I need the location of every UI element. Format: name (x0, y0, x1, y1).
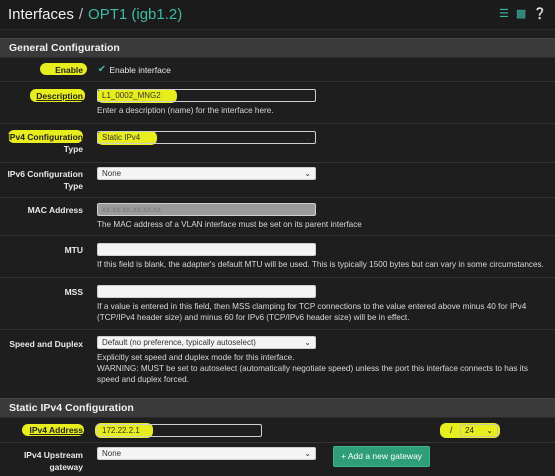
description-label: Description (36, 91, 83, 101)
row-enable: Enable ✔ Enable interface (0, 58, 555, 82)
enable-checkbox[interactable]: ✔ (97, 64, 107, 75)
row-speed-duplex: Speed and Duplex Default (no preference,… (0, 331, 555, 393)
speed-duplex-select[interactable]: Default (no preference, typically autose… (97, 336, 316, 349)
description-field: Enter a description (name) for the inter… (97, 89, 316, 116)
row-mss: MSS If a value is entered in this field,… (0, 279, 555, 330)
ipv4-gateway-field: None ⌄ (97, 447, 316, 460)
mtu-field: If this field is blank, the adapter's de… (97, 243, 552, 270)
ipv4-address-label: IPv4 Address (29, 425, 83, 435)
add-gateway-button[interactable]: + Add a new gateway (333, 446, 431, 467)
description-input[interactable] (97, 89, 316, 102)
breadcrumb-separator: / (78, 6, 84, 23)
row-description: Description Enter a description (name) f… (0, 83, 555, 124)
speed-duplex-field: Default (no preference, typically autose… (97, 336, 552, 385)
chevron-down-icon: ⌄ (304, 449, 311, 458)
row-mtu: MTU If this field is blank, the adapter'… (0, 237, 555, 278)
breadcrumb-current: OPT1 (igb1.2) (88, 6, 183, 23)
ipv4-gateway-select[interactable]: None ⌄ (97, 447, 316, 460)
speed-duplex-help: Explicitly set speed and duplex mode for… (97, 353, 528, 384)
ipv4-config-select[interactable]: Static IPv4 ⌄ (97, 131, 316, 144)
description-help: Enter a description (name) for the inter… (97, 106, 274, 115)
mtu-label: MTU (64, 245, 83, 255)
ipv4-config-field: Static IPv4 ⌄ (97, 131, 316, 145)
mac-help: The MAC address of a VLAN interface must… (97, 220, 362, 229)
mac-input[interactable] (97, 203, 316, 216)
mss-label: MSS (64, 287, 83, 297)
mss-input[interactable] (97, 285, 316, 298)
section-title-static-ipv4: Static IPv4 Configuration (0, 398, 555, 418)
row-ipv4-config: IPv4 Configuration Type Static IPv4 ⌄ (0, 125, 555, 163)
sliders-icon[interactable]: ☰ (499, 9, 509, 20)
mtu-input[interactable] (97, 243, 316, 256)
chart-icon[interactable]: ▩ (516, 9, 526, 20)
row-ipv4-address: IPv4 Address / 24⌄ (0, 418, 555, 443)
speed-duplex-label: Speed and Duplex (9, 339, 83, 349)
ipv6-config-field: None ⌄ (97, 167, 316, 180)
mss-field: If a value is entered in this field, the… (97, 285, 552, 323)
ipv6-config-select[interactable]: None ⌄ (97, 167, 316, 180)
section-title-general: General Configuration (0, 38, 555, 58)
enable-checkbox-label[interactable]: Enable interface (109, 65, 170, 75)
ipv6-config-label: IPv6 Configuration Type (7, 169, 83, 191)
row-mac: MAC Address The MAC address of a VLAN in… (0, 199, 555, 236)
mac-label: MAC Address (27, 205, 83, 215)
mac-field: The MAC address of a VLAN interface must… (97, 203, 362, 230)
cidr-select[interactable]: 24 ⌄ (460, 424, 498, 437)
cidr-slash: / (450, 425, 453, 435)
mtu-help: If this field is blank, the adapter's de… (97, 260, 544, 269)
enable-field: ✔ Enable interface (97, 64, 171, 75)
ipv4-gateway-label: IPv4 Upstream gateway (23, 450, 83, 472)
row-ipv6-config: IPv6 Configuration Type None ⌄ (0, 164, 555, 198)
ipv4-address-field (95, 423, 262, 438)
ipv4-address-input[interactable] (97, 424, 262, 437)
page-header: Interfaces / OPT1 (igb1.2) ☰ ▩ ❔ (0, 0, 555, 30)
breadcrumb-interfaces[interactable]: Interfaces (8, 6, 74, 23)
ipv4-config-label: IPv4 Configuration Type (7, 132, 83, 154)
chevron-down-icon: ⌄ (304, 338, 311, 347)
chevron-down-icon: ⌄ (486, 426, 493, 435)
row-ipv4-gateway: IPv4 Upstream gateway None ⌄ + Add a new … (0, 444, 555, 476)
help-icon[interactable]: ❔ (533, 9, 547, 20)
header-tools: ☰ ▩ ❔ (499, 9, 547, 20)
enable-label: Enable (55, 65, 83, 75)
chevron-down-icon: ⌄ (304, 169, 311, 178)
chevron-down-icon: ⌄ (304, 133, 311, 142)
mss-help: If a value is entered in this field, the… (97, 302, 527, 322)
